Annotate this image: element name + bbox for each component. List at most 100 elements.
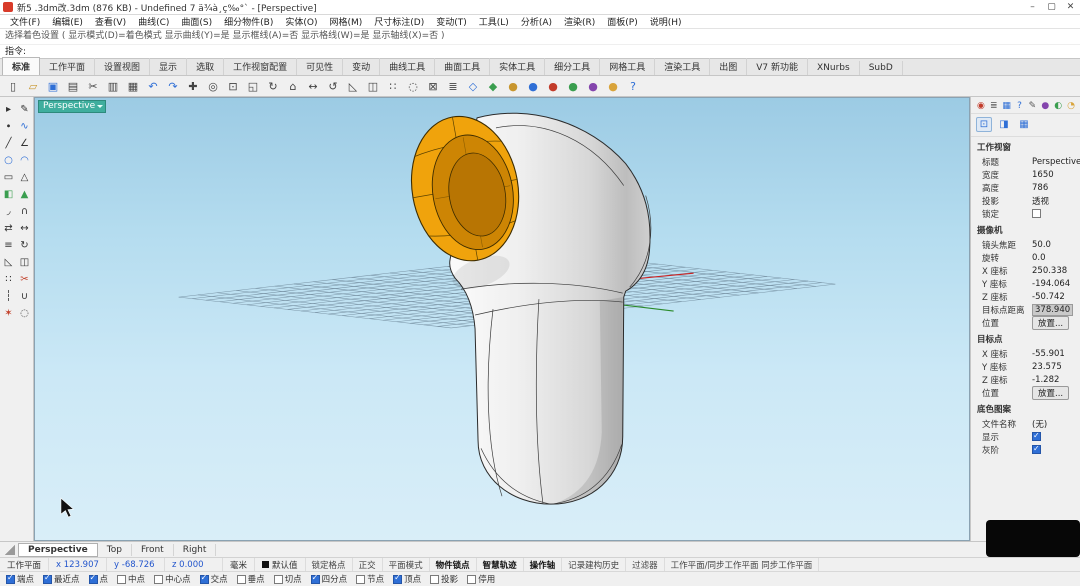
toolbar-tab[interactable]: 选取 [187,58,224,75]
curve-icon[interactable]: ∿ [17,118,32,134]
transform-icon[interactable]: ⇄ [1,220,16,236]
toolbar-tab[interactable]: 实体工具 [490,58,545,75]
osnap-checkbox[interactable]: 端点 [6,573,34,585]
minimize-button[interactable]: – [1023,0,1042,14]
osnap-checkbox[interactable]: 节点 [356,573,384,585]
menu-item[interactable]: 查看(V) [89,15,132,28]
help-panel-icon[interactable]: ? [1015,100,1025,111]
home-view-icon[interactable]: ⌂ [283,77,303,95]
toolbar-tab[interactable]: 显示 [150,58,187,75]
trim-icon[interactable]: ✂ [17,271,32,287]
surface-icon[interactable]: ◧ [1,186,16,202]
close-button[interactable]: ✕ [1061,0,1080,14]
status-toggle[interactable]: 记录建构历史 [562,558,626,571]
toolbar-tab[interactable]: 曲线工具 [380,58,435,75]
layers-icon[interactable]: ≣ [443,77,463,95]
menu-item[interactable]: 面板(P) [601,15,643,28]
toolbar-tab[interactable]: 细分工具 [545,58,600,75]
property-value[interactable]: 1650 [1032,170,1080,180]
open-file-icon[interactable]: ▱ [23,77,43,95]
scale-tool-icon[interactable]: ◺ [1,254,16,270]
display-panel-icon[interactable]: ▦ [1002,100,1012,111]
status-toggle[interactable]: 操作轴 [524,558,563,571]
scale-icon[interactable]: ◺ [343,77,363,95]
property-value[interactable]: -55.901 [1032,349,1080,359]
camera-page-icon[interactable]: ◨ [996,117,1012,132]
properties-panel-icon[interactable]: ◉ [976,100,986,111]
line-icon[interactable]: ╱ [1,135,16,151]
toolbar-tab[interactable]: V7 新功能 [747,58,808,75]
property-value[interactable]: 786 [1032,183,1080,193]
environment-panel-icon[interactable]: ◐ [1053,100,1063,111]
checkbox-icon[interactable] [89,575,98,584]
osnap-checkbox[interactable]: 投影 [430,573,458,585]
viewport-tab[interactable]: Front [132,544,174,556]
toolbar-tab[interactable]: XNurbs [808,61,860,75]
polyline-icon[interactable]: ∠ [17,135,32,151]
undo-icon[interactable]: ↶ [143,77,163,95]
wireframe-mode-icon[interactable]: ◇ [463,77,483,95]
property-value[interactable]: 放置... [1032,386,1069,400]
property-value[interactable]: -194.064 [1032,279,1080,289]
status-toggle[interactable]: 平面模式 [383,558,430,571]
osnap-checkbox[interactable]: 中心点 [154,573,191,585]
hide-object-icon[interactable]: ◌ [17,305,32,321]
property-value[interactable]: 50.0 [1032,240,1080,250]
toolbar-tab[interactable]: 工作平面 [40,58,95,75]
current-layer-button[interactable]: 默认值 [255,558,306,571]
toolbar-tab[interactable]: 变动 [343,58,380,75]
rotate-icon[interactable]: ↺ [323,77,343,95]
toolbar-tab[interactable]: 渲染工具 [655,58,710,75]
paste-icon[interactable]: ▦ [123,77,143,95]
copy-tool-icon[interactable]: ≡ [1,237,16,253]
perspective-viewport[interactable]: Perspective [34,97,970,541]
circle-icon[interactable]: ○ [1,152,16,168]
move-icon[interactable]: ↔ [303,77,323,95]
toolbar-tab[interactable]: 可见性 [297,58,343,75]
checkbox-icon[interactable] [154,575,163,584]
copy-icon[interactable]: ▥ [103,77,123,95]
property-value[interactable] [1032,432,1041,441]
polygon-icon[interactable]: △ [17,169,32,185]
osnap-checkbox[interactable]: 顶点 [393,573,421,585]
wallpaper-page-icon[interactable]: ▦ [1016,117,1032,132]
menu-item[interactable]: 工具(L) [473,15,515,28]
status-toggle[interactable]: 过滤器 [626,558,665,571]
print-icon[interactable]: ▤ [63,77,83,95]
display-sphere-red-icon[interactable]: ● [543,77,563,95]
layers-panel-icon[interactable]: ≣ [989,100,999,111]
selection-brush-icon[interactable]: ✎ [17,101,32,117]
display-sphere-purple-icon[interactable]: ● [583,77,603,95]
checkbox-icon[interactable] [311,575,320,584]
property-value[interactable]: 378.940 [1032,304,1073,316]
cplane-menu-button[interactable]: 工作平面 [0,558,49,571]
array-tool-icon[interactable]: ∷ [1,271,16,287]
property-value[interactable]: 250.338 [1032,266,1080,276]
maximize-button[interactable]: ▢ [1042,0,1061,14]
menu-item[interactable]: 细分物件(B) [218,15,279,28]
explode-icon[interactable]: ✶ [1,305,16,321]
checkbox-icon[interactable] [274,575,283,584]
toolbar-tab[interactable]: 标准 [2,57,40,75]
menu-item[interactable]: 实体(O) [279,15,323,28]
toolbar-tab[interactable]: SubD [860,61,903,75]
mirror-tool-icon[interactable]: ◫ [17,254,32,270]
menu-item[interactable]: 编辑(E) [46,15,89,28]
property-value[interactable] [1032,209,1041,218]
menu-item[interactable]: 变动(T) [430,15,473,28]
cut-icon[interactable]: ✂ [83,77,103,95]
arc-icon[interactable]: ◠ [17,152,32,168]
rendered-mode-icon[interactable]: ● [503,77,523,95]
menu-item[interactable]: 说明(H) [644,15,688,28]
status-toggle[interactable]: 正交 [353,558,383,571]
checkbox-icon[interactable] [43,575,52,584]
osnap-checkbox[interactable]: 停用 [467,573,495,585]
status-toggle[interactable]: 智慧轨迹 [477,558,524,571]
sun-panel-icon[interactable]: ◔ [1066,100,1076,111]
osnap-checkbox[interactable]: 交点 [200,573,228,585]
menu-item[interactable]: 渲染(R) [558,15,601,28]
property-value[interactable]: 0.0 [1032,253,1080,263]
property-value[interactable]: -1.282 [1032,375,1080,385]
property-value[interactable]: -50.742 [1032,292,1080,302]
array-icon[interactable]: ∷ [383,77,403,95]
